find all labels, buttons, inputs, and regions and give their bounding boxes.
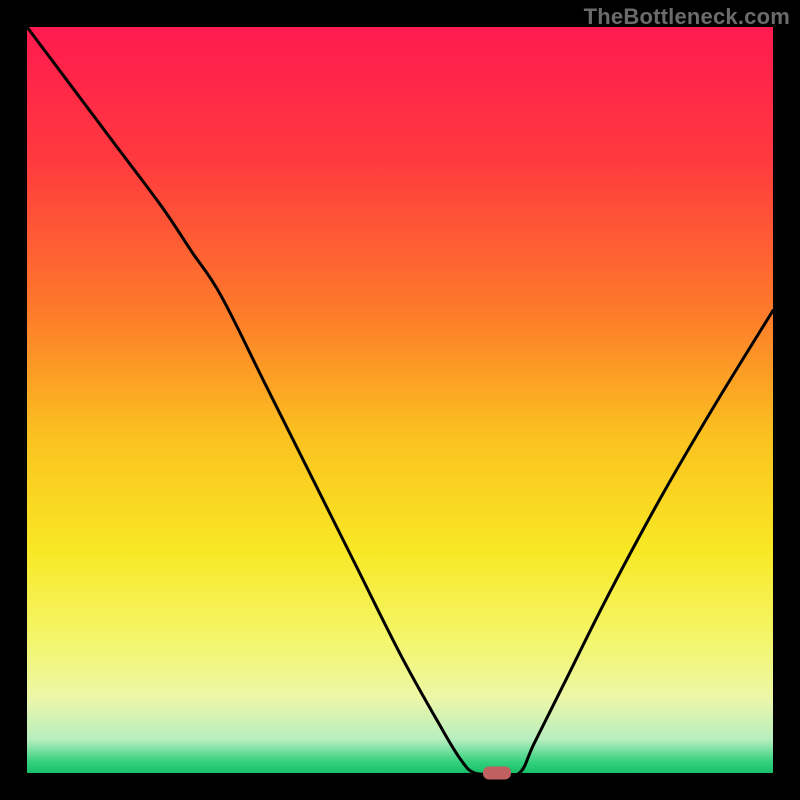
- bottleneck-chart: [0, 0, 800, 800]
- optimum-marker: [483, 767, 511, 780]
- watermark-text: TheBottleneck.com: [584, 4, 790, 30]
- chart-frame: TheBottleneck.com: [0, 0, 800, 800]
- plot-background: [27, 27, 773, 773]
